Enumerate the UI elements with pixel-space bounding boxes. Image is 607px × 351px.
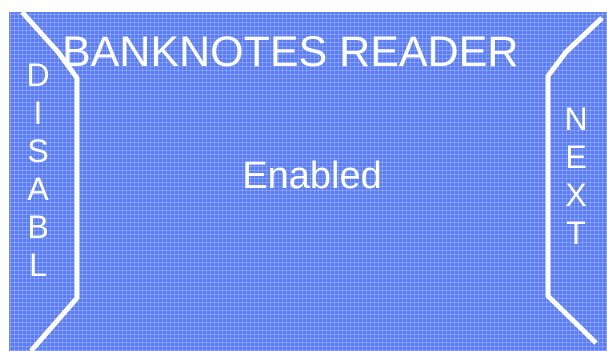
disable-button[interactable]: D I S A B L <box>11 50 77 320</box>
disable-letter: I <box>33 95 43 131</box>
disable-letter: L <box>29 247 47 283</box>
next-letter: E <box>565 139 587 175</box>
banknotes-reader-screen: BANKNOTES READER Enabled D I S A B L N E… <box>0 0 607 351</box>
disable-button-label: D I S A B L <box>23 56 53 284</box>
disable-letter: D <box>26 57 50 93</box>
disable-letter: A <box>27 171 49 207</box>
next-letter: X <box>565 177 587 213</box>
reader-status-text: Enabled <box>242 155 382 197</box>
page-title: BANKNOTES READER <box>62 28 519 76</box>
disable-letter: B <box>27 209 49 245</box>
next-letter: N <box>564 101 588 137</box>
next-button[interactable]: N E X T <box>548 50 607 320</box>
next-button-label: N E X T <box>561 100 591 252</box>
next-letter: T <box>566 215 586 251</box>
disable-letter: S <box>27 133 49 169</box>
